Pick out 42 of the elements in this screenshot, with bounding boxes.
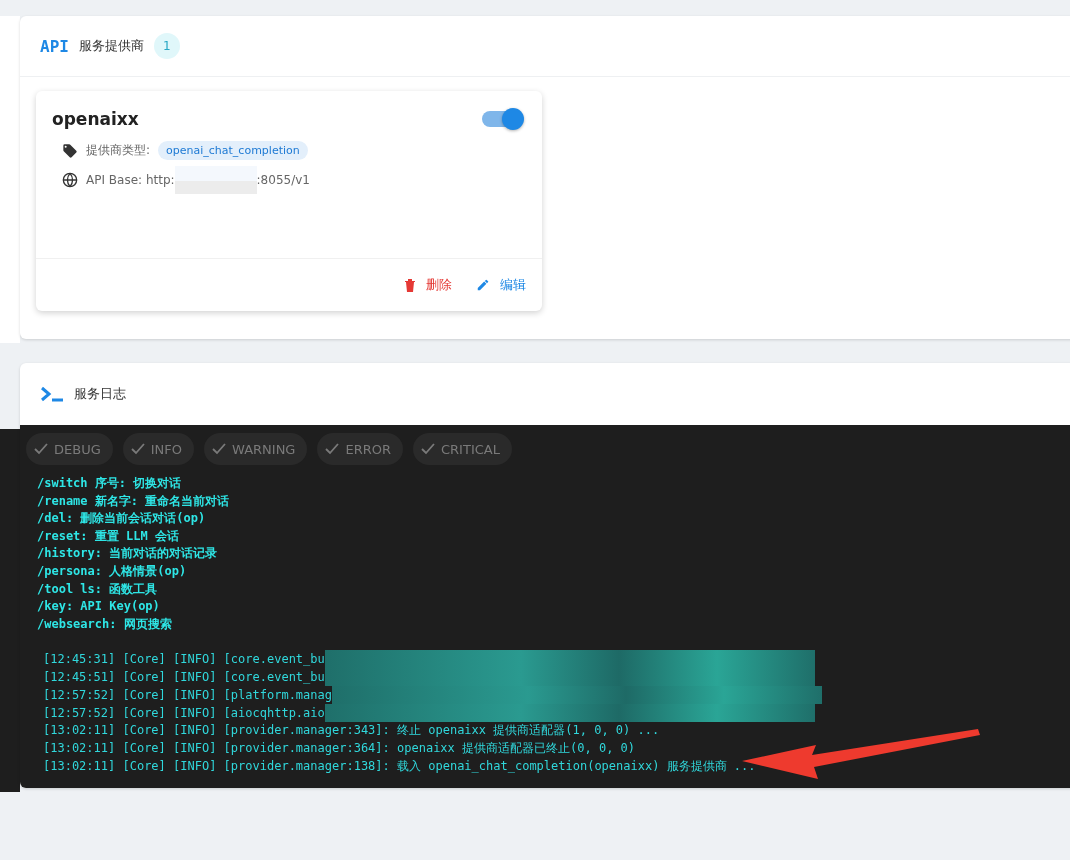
log-line: /switch 序号: 切换对话 — [37, 475, 183, 492]
edit-button[interactable]: 编辑 — [476, 276, 526, 294]
count-badge: 1 — [153, 33, 180, 59]
tag-icon — [62, 142, 78, 159]
check-icon — [212, 443, 226, 455]
log-line: /key: API Key(op) — [37, 598, 161, 616]
log-line: [12:57:52] [Core] [INFO] [platform.manag — [43, 686, 332, 704]
panel-title: 服务提供商 — [78, 37, 144, 55]
filter-chip[interactable]: ERROR — [317, 433, 403, 465]
log-line: /persona: 人格情景(op) — [37, 562, 188, 580]
log-line: [12:45:51] [Core] [INFO] [core.event_bu — [43, 668, 325, 686]
log-line: /history: 当前对话的对话记录 — [37, 545, 219, 563]
check-icon — [421, 443, 435, 455]
delete-button[interactable]: 删除 — [404, 276, 452, 294]
api-logo: API — [40, 36, 69, 56]
log-line: /rename 新名字: 重命名当前对话 — [37, 492, 231, 510]
type-label: 提供商类型: — [86, 142, 151, 159]
log-line: /del: 删除当前会话对话(op) — [37, 510, 207, 528]
panel-title: 服务日志 — [74, 385, 126, 403]
terminal-icon — [40, 386, 64, 402]
check-icon — [325, 443, 340, 455]
log-line: [13:02:11] [Core] [INFO] [provider.manager:138]: 载入 openai_chat_completion(openaixx) 服务提供商 ... — [43, 757, 756, 775]
filter-chip[interactable]: CRITICAL — [413, 433, 512, 465]
log-line: [13:02:11] [Core] [INFO] [provider.manager:343]: 终止 openaixx 提供商适配器(1, 0, 0) ... — [43, 722, 660, 740]
log-line: /tool ls: 函数工具 — [37, 580, 159, 598]
provider-name: openaixx — [52, 109, 139, 129]
filter-chip[interactable]: WARNING — [204, 433, 308, 465]
type-chip: openai_chat_completion — [158, 141, 308, 160]
log-line: [12:57:52] [Core] [INFO] [aiocqhttp.aio — [43, 704, 325, 722]
check-icon — [34, 443, 48, 455]
log-line: [13:02:11] [Core] [INFO] [provider.manager:364]: openaixx 提供商适配器已终止(0, 0, 0) — [43, 739, 636, 757]
trash-icon — [404, 278, 416, 292]
pencil-icon — [476, 278, 490, 292]
log-line: /reset: 重置 LLM 会话 — [37, 527, 180, 545]
log-line: /websearch: 网页搜索 — [37, 615, 173, 633]
api-base-text: API Base: http: — [86, 173, 175, 187]
globe-icon — [62, 172, 78, 188]
check-icon — [130, 443, 145, 455]
filter-chip[interactable]: INFO — [122, 433, 194, 465]
log-line: [12:45:31] [Core] [INFO] [core.event_bu — [43, 650, 325, 668]
api-base-text: :8055/v1 — [256, 173, 310, 187]
filter-chip[interactable]: DEBUG — [26, 433, 113, 465]
